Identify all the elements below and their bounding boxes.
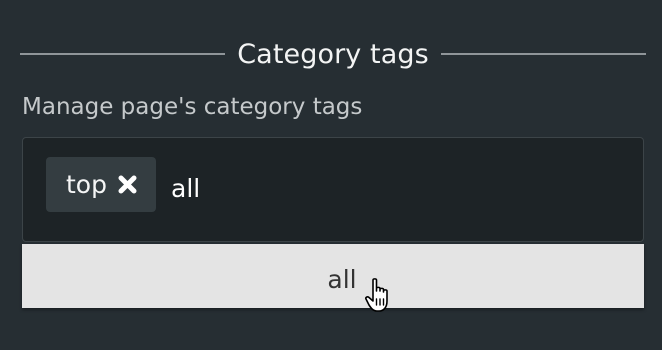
legend-divider-right [440, 53, 646, 55]
close-x-icon[interactable] [117, 174, 138, 195]
section-description: Manage page's category tags [22, 94, 363, 120]
tag-chip: top [46, 157, 156, 212]
autocomplete-option[interactable]: all [22, 244, 644, 308]
close-x-icon-glyph [118, 175, 137, 194]
tag-text-input[interactable] [171, 171, 471, 205]
section-legend: Category tags [237, 38, 429, 70]
tag-chip-label: top [66, 170, 107, 199]
autocomplete-option-label: all [327, 264, 357, 294]
autocomplete-dropdown: all [22, 244, 644, 308]
legend-divider-left [20, 53, 226, 55]
category-tags-input[interactable]: top [22, 137, 644, 242]
fieldset-legend-row: Category tags [20, 32, 646, 76]
